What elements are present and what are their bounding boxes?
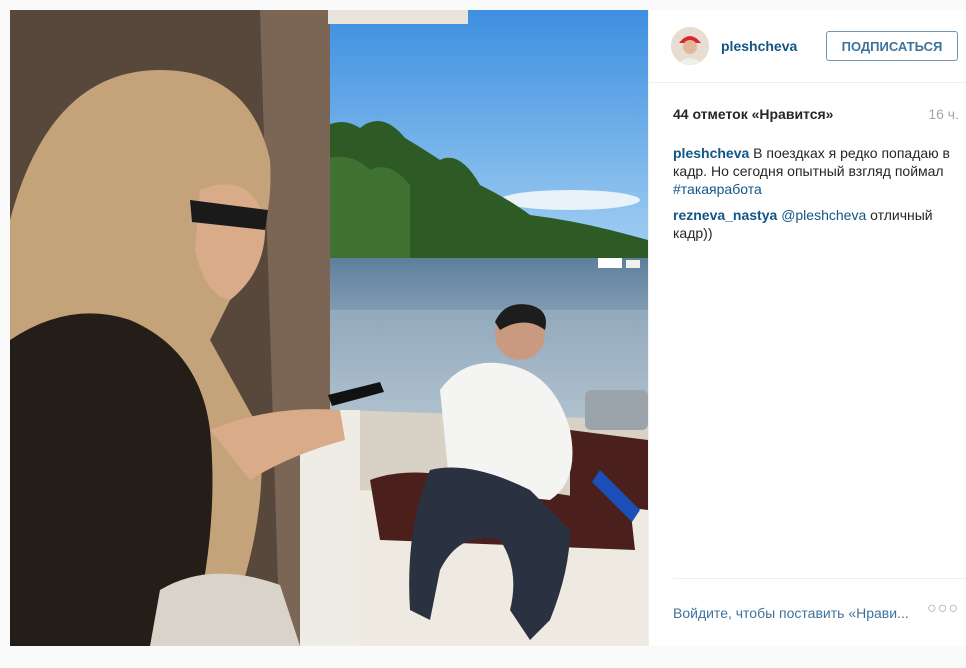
follow-button[interactable]: ПОДПИСАТЬСЯ <box>826 31 958 61</box>
post-footer: Войдите, чтобы поставить «Нрави... ○○○ <box>673 578 966 647</box>
post-photo[interactable] <box>10 10 648 646</box>
comment-author[interactable]: rezneva_nastya <box>673 207 777 223</box>
comment-mention[interactable]: @pleshcheva <box>781 207 866 223</box>
likes-count[interactable]: 44 отметок «Нравится» <box>673 106 833 122</box>
caption-comment: pleshcheva В поездках я редко попадаю в … <box>673 144 959 198</box>
avatar[interactable] <box>671 27 709 65</box>
list-item: rezneva_nastya @pleshcheva отличный кадр… <box>673 206 959 242</box>
author-username[interactable]: pleshcheva <box>721 38 797 54</box>
post-panel: pleshcheva ПОДПИСАТЬСЯ 44 отметок «Нрави… <box>648 10 966 646</box>
login-to-like-link[interactable]: Войдите, чтобы поставить «Нрави... <box>673 605 923 621</box>
more-options-icon[interactable]: ○○○ <box>927 600 959 618</box>
comments-list: pleshcheva В поездках я редко попадаю в … <box>673 144 959 250</box>
post-header: pleshcheva ПОДПИСАТЬСЯ <box>649 10 966 83</box>
post-time[interactable]: 16 ч. <box>928 106 959 122</box>
caption-author[interactable]: pleshcheva <box>673 145 749 161</box>
caption-hashtag[interactable]: #такаяработа <box>673 181 762 197</box>
